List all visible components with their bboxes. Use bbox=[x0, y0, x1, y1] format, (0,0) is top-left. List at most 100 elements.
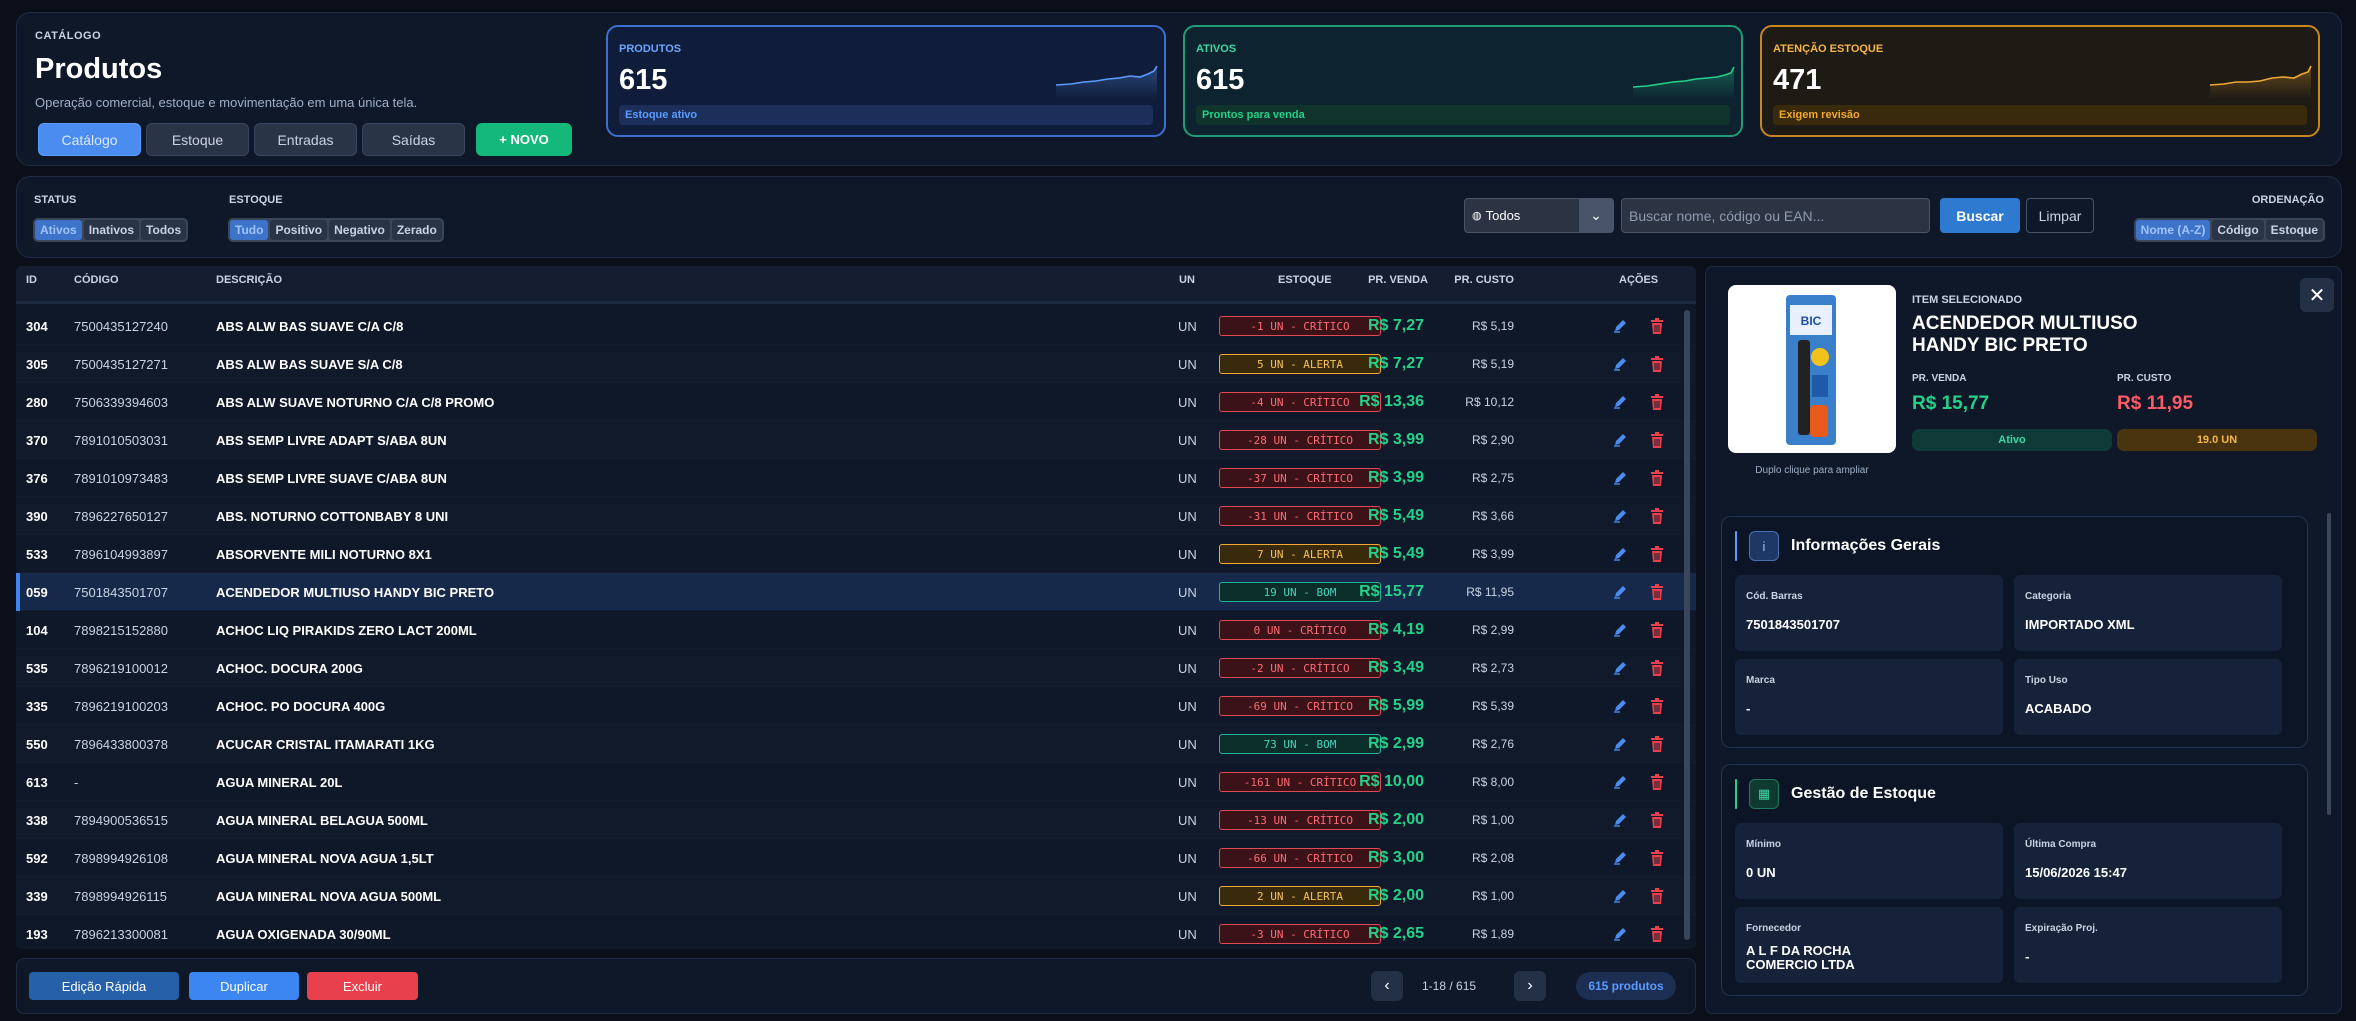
edit-icon[interactable] bbox=[1613, 585, 1629, 599]
edit-icon[interactable] bbox=[1613, 851, 1629, 865]
estoque-option-tudo[interactable]: Tudo bbox=[230, 220, 269, 240]
estoque-option-positivo[interactable]: Positivo bbox=[270, 220, 328, 240]
col-header-pr-venda[interactable]: PR. VENDA bbox=[1368, 274, 1428, 286]
edit-icon[interactable] bbox=[1613, 395, 1629, 409]
selected-item-eyebrow: ITEM SELECIONADO bbox=[1912, 294, 2023, 306]
quick-edit-button[interactable]: Edição Rápida bbox=[29, 972, 179, 1000]
trash-icon[interactable] bbox=[1649, 394, 1665, 410]
next-page-button[interactable]: › bbox=[1514, 971, 1546, 1001]
table-row[interactable]: 533 7896104993897 ABSORVENTE MILI NOTURNO … bbox=[16, 535, 1696, 573]
edit-icon[interactable] bbox=[1613, 509, 1629, 523]
table-row[interactable]: 390 7896227650127 ABS. NOTURNO COTTONBABY … bbox=[16, 497, 1696, 535]
edit-icon[interactable] bbox=[1613, 547, 1629, 561]
edit-icon[interactable] bbox=[1613, 357, 1629, 371]
col-header-estoque[interactable]: ESTOQUE bbox=[1278, 274, 1332, 286]
table-row[interactable]: 550 7896433800378 ACUCAR CRISTAL ITAMARATI… bbox=[16, 725, 1696, 763]
trash-icon[interactable] bbox=[1649, 926, 1665, 942]
new-product-button[interactable]: + NOVO bbox=[476, 123, 572, 156]
trash-icon[interactable] bbox=[1649, 470, 1665, 486]
edit-icon[interactable] bbox=[1613, 699, 1629, 713]
sort-option-estoque[interactable]: Estoque bbox=[2265, 220, 2323, 240]
col-header-pr-custo[interactable]: PR. CUSTO bbox=[1454, 274, 1514, 286]
col-header-codigo[interactable]: CÓDIGO bbox=[74, 274, 119, 286]
edit-icon[interactable] bbox=[1613, 471, 1629, 485]
edit-icon[interactable] bbox=[1613, 319, 1629, 333]
delete-button[interactable]: Excluir bbox=[307, 972, 418, 1000]
sale-price-label: PR. VENDA bbox=[1912, 373, 1967, 384]
table-row[interactable]: 104 7898215152880 ACHOC LIQ PIRAKIDS ZERO … bbox=[16, 611, 1696, 649]
edit-icon[interactable] bbox=[1613, 927, 1629, 941]
table-row[interactable]: 339 7898994926115 AGUA MINERAL NOVA AGUA 5… bbox=[16, 877, 1696, 915]
edit-icon[interactable] bbox=[1613, 889, 1629, 903]
trash-icon[interactable] bbox=[1649, 584, 1665, 600]
chevron-down-icon[interactable]: ⌄ bbox=[1579, 199, 1613, 232]
kpi-card-produtos: PRODUTOS 615 Estoque ativo bbox=[606, 25, 1166, 137]
close-icon: ✕ bbox=[2308, 284, 2326, 307]
estoque-select-value: Todos bbox=[1485, 208, 1521, 223]
cell-sale-price: R$ 3,99 bbox=[1367, 469, 1424, 486]
table-row[interactable]: 535 7896219100012 ACHOC. DOCURA 200G UN -2 U… bbox=[16, 649, 1696, 687]
page-title: Produtos bbox=[35, 53, 163, 85]
trash-icon[interactable] bbox=[1649, 432, 1665, 448]
table-scrollbar[interactable] bbox=[1684, 310, 1690, 940]
trash-icon[interactable] bbox=[1649, 622, 1665, 638]
trash-icon[interactable] bbox=[1649, 850, 1665, 866]
edit-icon[interactable] bbox=[1613, 661, 1629, 675]
prev-page-button[interactable]: ‹ bbox=[1371, 971, 1403, 1001]
status-option-inativos[interactable]: Inativos bbox=[83, 220, 140, 240]
trash-icon[interactable] bbox=[1649, 356, 1665, 372]
cell-cost-price: R$ 2,08 bbox=[1471, 851, 1514, 865]
table-row[interactable]: 335 7896219100203 ACHOC. PO DOCURA 400G UN -… bbox=[16, 687, 1696, 725]
trash-icon[interactable] bbox=[1649, 546, 1665, 562]
table-row[interactable]: 613- AGUA MINERAL 20L UN -161 UN - CRÍTICO R… bbox=[16, 763, 1696, 801]
trash-icon[interactable] bbox=[1649, 736, 1665, 752]
duplicate-button[interactable]: Duplicar bbox=[189, 972, 299, 1000]
trash-icon[interactable] bbox=[1649, 318, 1665, 334]
trash-icon[interactable] bbox=[1649, 660, 1665, 676]
table-row[interactable]: 376 7891010973483 ABS SEMP LIVRE SUAVE C/A… bbox=[16, 459, 1696, 497]
table-row[interactable]: 592 7898994926108 AGUA MINERAL NOVA AGUA 1… bbox=[16, 839, 1696, 877]
edit-icon[interactable] bbox=[1613, 775, 1629, 789]
estoque-select[interactable]: ◍ Todos ⌄ bbox=[1464, 198, 1614, 233]
search-button[interactable]: Buscar bbox=[1940, 198, 2020, 233]
tab-saidas[interactable]: Saídas bbox=[362, 123, 465, 156]
status-option-ativos[interactable]: Ativos bbox=[35, 220, 82, 240]
stock-cell-minimum: Mínimo 0 UN bbox=[1735, 823, 2003, 899]
sort-option-codigo[interactable]: Código bbox=[2212, 220, 2264, 240]
cell-id: 613 bbox=[26, 775, 48, 790]
clear-button[interactable]: Limpar bbox=[2026, 198, 2094, 233]
col-header-id[interactable]: ID bbox=[26, 274, 37, 286]
estoque-option-zerado[interactable]: Zerado bbox=[391, 220, 442, 240]
search-input[interactable] bbox=[1621, 198, 1930, 233]
tab-entradas[interactable]: Entradas bbox=[254, 123, 357, 156]
cell-code: 7501843501707 bbox=[74, 585, 168, 600]
trash-icon[interactable] bbox=[1649, 812, 1665, 828]
table-row[interactable]: 338 7894900536515 AGUA MINERAL BELAGUA 500… bbox=[16, 801, 1696, 839]
edit-icon[interactable] bbox=[1613, 813, 1629, 827]
table-row[interactable]: 370 7891010503031 ABS SEMP LIVRE ADAPT S/A… bbox=[16, 421, 1696, 459]
cell-sale-price: R$ 7,27 bbox=[1367, 355, 1424, 372]
table-row[interactable]: 304 7500435127240 ABS ALW BAS SUAVE C/A C/… bbox=[16, 307, 1696, 345]
sort-option-nome[interactable]: Nome (A-Z) bbox=[2135, 220, 2211, 240]
col-header-descricao[interactable]: DESCRIÇÃO bbox=[216, 274, 282, 286]
trash-icon[interactable] bbox=[1649, 888, 1665, 904]
edit-icon[interactable] bbox=[1613, 623, 1629, 637]
table-row[interactable]: 280 7506339394603 ABS ALW SUAVE NOTURNO C/… bbox=[16, 383, 1696, 421]
close-button[interactable]: ✕ bbox=[2300, 278, 2334, 312]
detail-scrollbar[interactable] bbox=[2327, 513, 2331, 815]
edit-icon[interactable] bbox=[1613, 433, 1629, 447]
cell-description: ACHOC LIQ PIRAKIDS ZERO LACT 200ML bbox=[216, 623, 477, 638]
trash-icon[interactable] bbox=[1649, 698, 1665, 714]
table-row[interactable]: 305 7500435127271 ABS ALW BAS SUAVE S/A C/… bbox=[16, 345, 1696, 383]
trash-icon[interactable] bbox=[1649, 774, 1665, 790]
tab-catalogo[interactable]: Catálogo bbox=[38, 123, 141, 156]
estoque-option-negativo[interactable]: Negativo bbox=[329, 220, 390, 240]
table-row[interactable]: 193 7896213300081 AGUA OXIGENADA 30/90ML UN… bbox=[16, 915, 1696, 949]
status-option-todos[interactable]: Todos bbox=[141, 220, 187, 240]
product-image[interactable]: BIC bbox=[1728, 285, 1896, 453]
tab-estoque[interactable]: Estoque bbox=[146, 123, 249, 156]
col-header-un[interactable]: UN bbox=[1179, 274, 1195, 286]
edit-icon[interactable] bbox=[1613, 737, 1629, 751]
trash-icon[interactable] bbox=[1649, 508, 1665, 524]
table-row[interactable]: 059 7501843501707 ACENDEDOR MULTIUSO HANDY… bbox=[16, 573, 1696, 611]
